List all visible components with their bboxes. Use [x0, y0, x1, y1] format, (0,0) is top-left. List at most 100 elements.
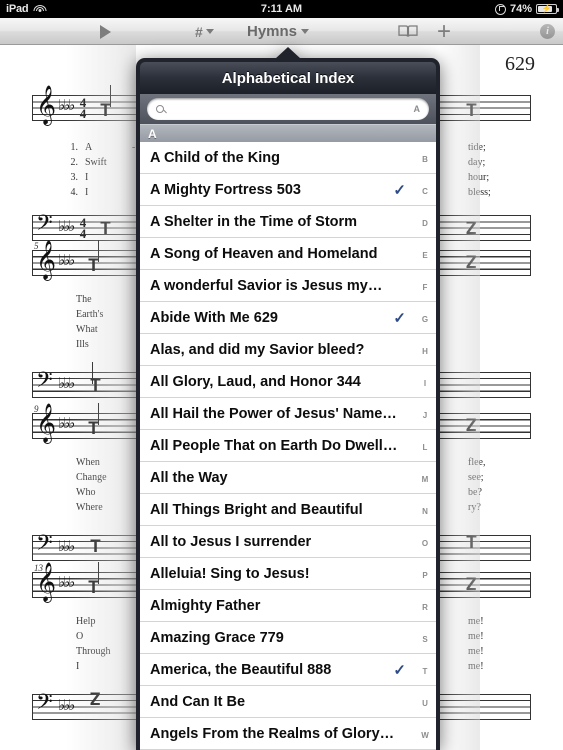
hymn-list-item[interactable]: Angels From the Realms of Glory… — [140, 718, 436, 750]
search-input[interactable] — [169, 102, 410, 116]
barline — [530, 95, 531, 121]
alphabet-index-letter[interactable]: C — [414, 176, 436, 208]
hymn-list-item[interactable]: All to Jesus I surrender — [140, 526, 436, 558]
search-field[interactable]: A — [147, 98, 429, 120]
hymn-list-item[interactable]: Alleluia! Sing to Jesus! — [140, 558, 436, 590]
hymn-list-item[interactable]: All Hail the Power of Jesus' Name… — [140, 398, 436, 430]
hymn-list-item[interactable]: A wonderful Savior is Jesus my… — [140, 270, 436, 302]
battery-percent-label: 74% — [509, 3, 532, 15]
note-stem — [98, 240, 99, 262]
alphabet-index-letter[interactable]: D — [414, 208, 436, 240]
barline — [530, 215, 531, 241]
barline — [32, 572, 33, 598]
alphabet-index-letter[interactable]: I — [414, 368, 436, 400]
barline — [530, 572, 531, 598]
lyrics-left: The Earth's What Ills — [76, 294, 104, 350]
note: 𝐙 — [466, 253, 477, 273]
hymn-list-item[interactable]: A Song of Heaven and Homeland — [140, 238, 436, 270]
alphabet-index-letter[interactable]: R — [414, 592, 436, 624]
hymn-list-item-label: All the Way — [150, 469, 228, 486]
barline — [530, 694, 531, 720]
alphabet-index[interactable]: BCDEFGHIJLMNOPRSTUW — [414, 142, 436, 750]
treble-clef-icon: 𝄞 — [36, 240, 57, 280]
alphabet-index-letter[interactable]: O — [414, 528, 436, 560]
info-button[interactable]: i — [540, 18, 555, 45]
lyrics-hyphens: - — [132, 142, 136, 153]
status-bar: iPad 7:11 AM 74% ⚡ — [0, 0, 563, 18]
rotation-lock-icon — [494, 3, 506, 15]
alphabet-index-letter[interactable]: L — [414, 432, 436, 464]
hymn-list-item[interactable]: Abide With Me 629 ✓ — [140, 302, 436, 334]
lyrics-right: flee, see; be? ry? — [468, 457, 486, 513]
hymn-list-item-label: All to Jesus I surrender — [150, 533, 312, 550]
alphabet-index-letter[interactable]: U — [414, 688, 436, 720]
alphabet-index-letter[interactable]: T — [414, 656, 436, 688]
alphabetical-index-popover[interactable]: Alphabetical Index A A A Child of the Ki… — [136, 47, 440, 750]
hymn-list-item[interactable]: America, the Beautiful 888 ✓ — [140, 654, 436, 686]
note: 𝐙 — [466, 219, 477, 239]
alphabet-index-letter[interactable]: B — [414, 144, 436, 176]
open-book-icon — [398, 25, 418, 37]
hymn-list[interactable]: A Child of the King A Mighty Fortress 503… — [140, 142, 436, 750]
hymn-list-item-label: All Things Bright and Beautiful — [150, 501, 363, 518]
time-signature: 4 4 — [79, 215, 87, 241]
alphabet-index-letter[interactable]: S — [414, 624, 436, 656]
alphabet-index-letter[interactable]: G — [414, 304, 436, 336]
book-selector-button[interactable]: Hymns — [247, 18, 310, 45]
hymn-list-item[interactable]: Almighty Father — [140, 590, 436, 622]
hymn-list-item-label: A Mighty Fortress 503 — [150, 181, 301, 198]
status-bar-right: 74% ⚡ — [494, 3, 563, 15]
battery-charging-icon: ⚡ — [536, 4, 559, 14]
alphabet-index-letter[interactable]: E — [414, 240, 436, 272]
hymn-list-item[interactable]: Amazing Grace 779 — [140, 622, 436, 654]
add-button[interactable]: + — [437, 18, 451, 45]
key-signature: ♭♭♭ — [58, 573, 75, 591]
lyrics-right — [468, 292, 471, 352]
hymn-list-item-label: America, the Beautiful 888 — [150, 661, 332, 678]
note-stem — [98, 403, 99, 425]
play-button[interactable] — [100, 18, 111, 45]
note: 𝐙 — [90, 690, 101, 710]
number-index-button[interactable]: # — [195, 18, 214, 45]
search-bar[interactable]: A — [140, 94, 436, 124]
hymn-list-item-label: A Shelter in the Time of Storm — [150, 213, 358, 230]
alphabet-index-letter[interactable]: W — [414, 720, 436, 750]
checkmark-icon: ✓ — [393, 181, 406, 199]
note-stem — [92, 362, 93, 384]
hymn-list-item[interactable]: Alas, and did my Savior bleed? — [140, 334, 436, 366]
alphabet-index-letter[interactable]: P — [414, 560, 436, 592]
alphabet-index-letter[interactable]: N — [414, 496, 436, 528]
bookmark-button[interactable] — [398, 18, 418, 45]
hymn-list-item[interactable]: All Things Bright and Beautiful — [140, 494, 436, 526]
checkmark-icon: ✓ — [393, 309, 406, 327]
hymn-list-item[interactable]: A Shelter in the Time of Storm — [140, 206, 436, 238]
hymn-number: 629 — [505, 53, 535, 75]
hymn-list-item[interactable]: All Glory, Laud, and Honor 344 — [140, 366, 436, 398]
hymn-list-item-label: Amazing Grace 779 — [150, 629, 284, 646]
hymn-list-item[interactable]: All People That on Earth Do Dwell… — [140, 430, 436, 462]
note-stem — [110, 85, 111, 107]
barline — [530, 535, 531, 561]
hymn-list-item[interactable]: A Mighty Fortress 503 ✓ — [140, 174, 436, 206]
hymn-list-item[interactable]: All the Way — [140, 462, 436, 494]
lyrics-right: tide; day; hour; bless; — [468, 142, 491, 198]
number-index-label: # — [195, 23, 203, 40]
barline — [32, 535, 33, 561]
treble-clef-icon: 𝄞 — [36, 562, 57, 602]
hymn-list-item-label: All Hail the Power of Jesus' Name… — [150, 405, 397, 422]
hymn-list-item[interactable]: And Can It Be — [140, 686, 436, 718]
charging-bolt-icon: ⚡ — [541, 4, 552, 13]
alphabet-index-letter[interactable]: M — [414, 464, 436, 496]
alphabet-index-letter[interactable]: J — [414, 400, 436, 432]
alphabet-index-letter[interactable]: F — [414, 272, 436, 304]
barline — [32, 694, 33, 720]
popover-title: Alphabetical Index — [140, 62, 436, 94]
hymn-list-item-label: Angels From the Realms of Glory… — [150, 725, 395, 742]
barline — [32, 372, 33, 398]
barline — [530, 372, 531, 398]
hymn-list-item[interactable]: A Child of the King — [140, 142, 436, 174]
note: 𝐓 — [100, 219, 111, 239]
alphabet-index-letter[interactable]: H — [414, 336, 436, 368]
barline — [32, 413, 33, 439]
time-signature: 4 4 — [79, 95, 87, 121]
